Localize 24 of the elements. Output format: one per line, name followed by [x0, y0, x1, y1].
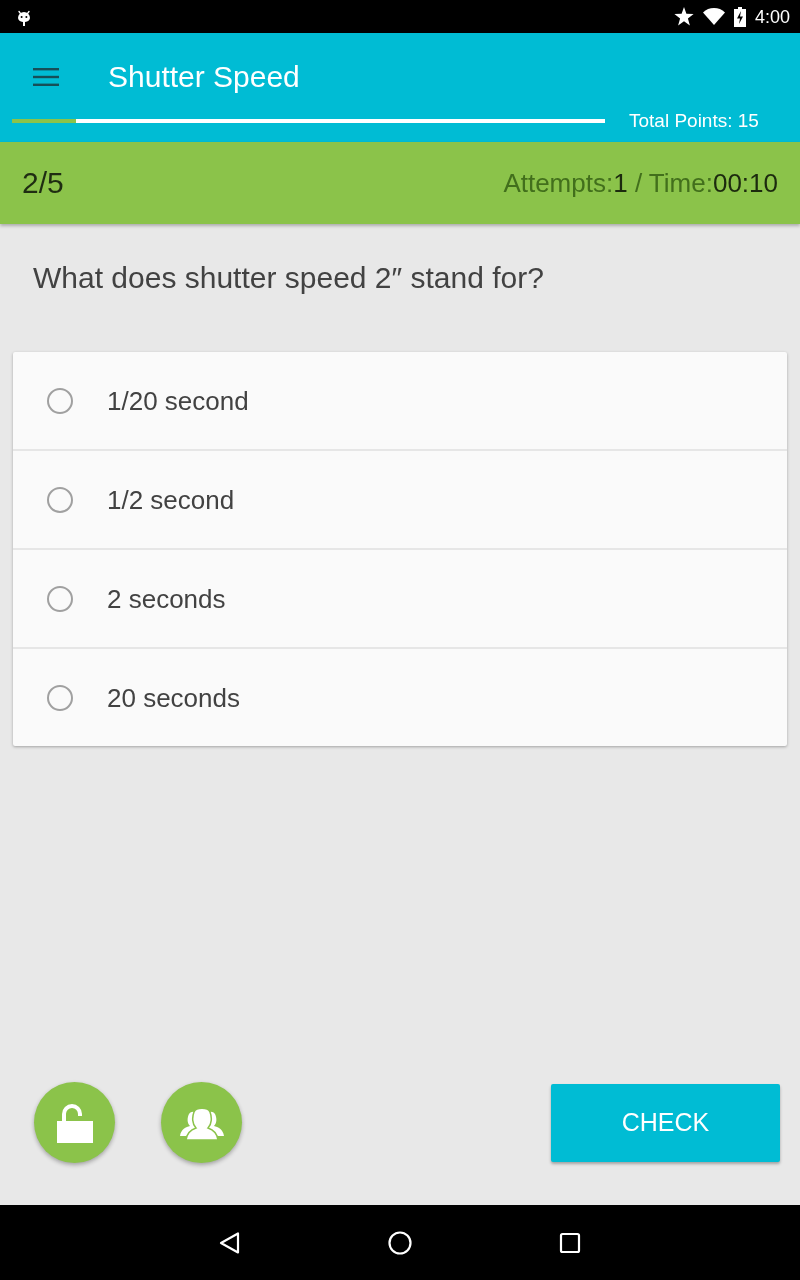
- open-lock-icon: [56, 1102, 93, 1143]
- radio-button[interactable]: [47, 684, 73, 711]
- answer-option[interactable]: 2 seconds: [13, 548, 787, 647]
- screen-title: Shutter Speed: [108, 59, 300, 95]
- recent-apps-icon[interactable]: [558, 1230, 582, 1255]
- attempts-time-text: Attempts:1 / Time:00:10: [503, 167, 778, 199]
- group-button[interactable]: [161, 1082, 242, 1163]
- answer-option[interactable]: 1/20 second: [13, 352, 787, 449]
- question-counter: 2/5: [22, 165, 64, 201]
- total-points-text: Total Points: 15: [629, 110, 759, 132]
- home-icon[interactable]: [388, 1230, 412, 1255]
- question-text: What does shutter speed 2″ stand for?: [32, 260, 545, 296]
- answer-option[interactable]: 1/2 second: [13, 449, 787, 548]
- radio-button[interactable]: [47, 387, 73, 414]
- battery-charging-icon: [733, 6, 746, 27]
- back-icon[interactable]: [218, 1230, 242, 1255]
- answer-option[interactable]: 20 seconds: [13, 647, 787, 746]
- star-icon: [673, 7, 694, 26]
- radio-button[interactable]: [47, 486, 73, 513]
- lock-button[interactable]: [34, 1082, 115, 1163]
- radio-button[interactable]: [47, 585, 73, 612]
- clock-time: 4:00: [754, 5, 790, 28]
- menu-icon[interactable]: [33, 68, 59, 86]
- wifi-icon: [702, 8, 725, 25]
